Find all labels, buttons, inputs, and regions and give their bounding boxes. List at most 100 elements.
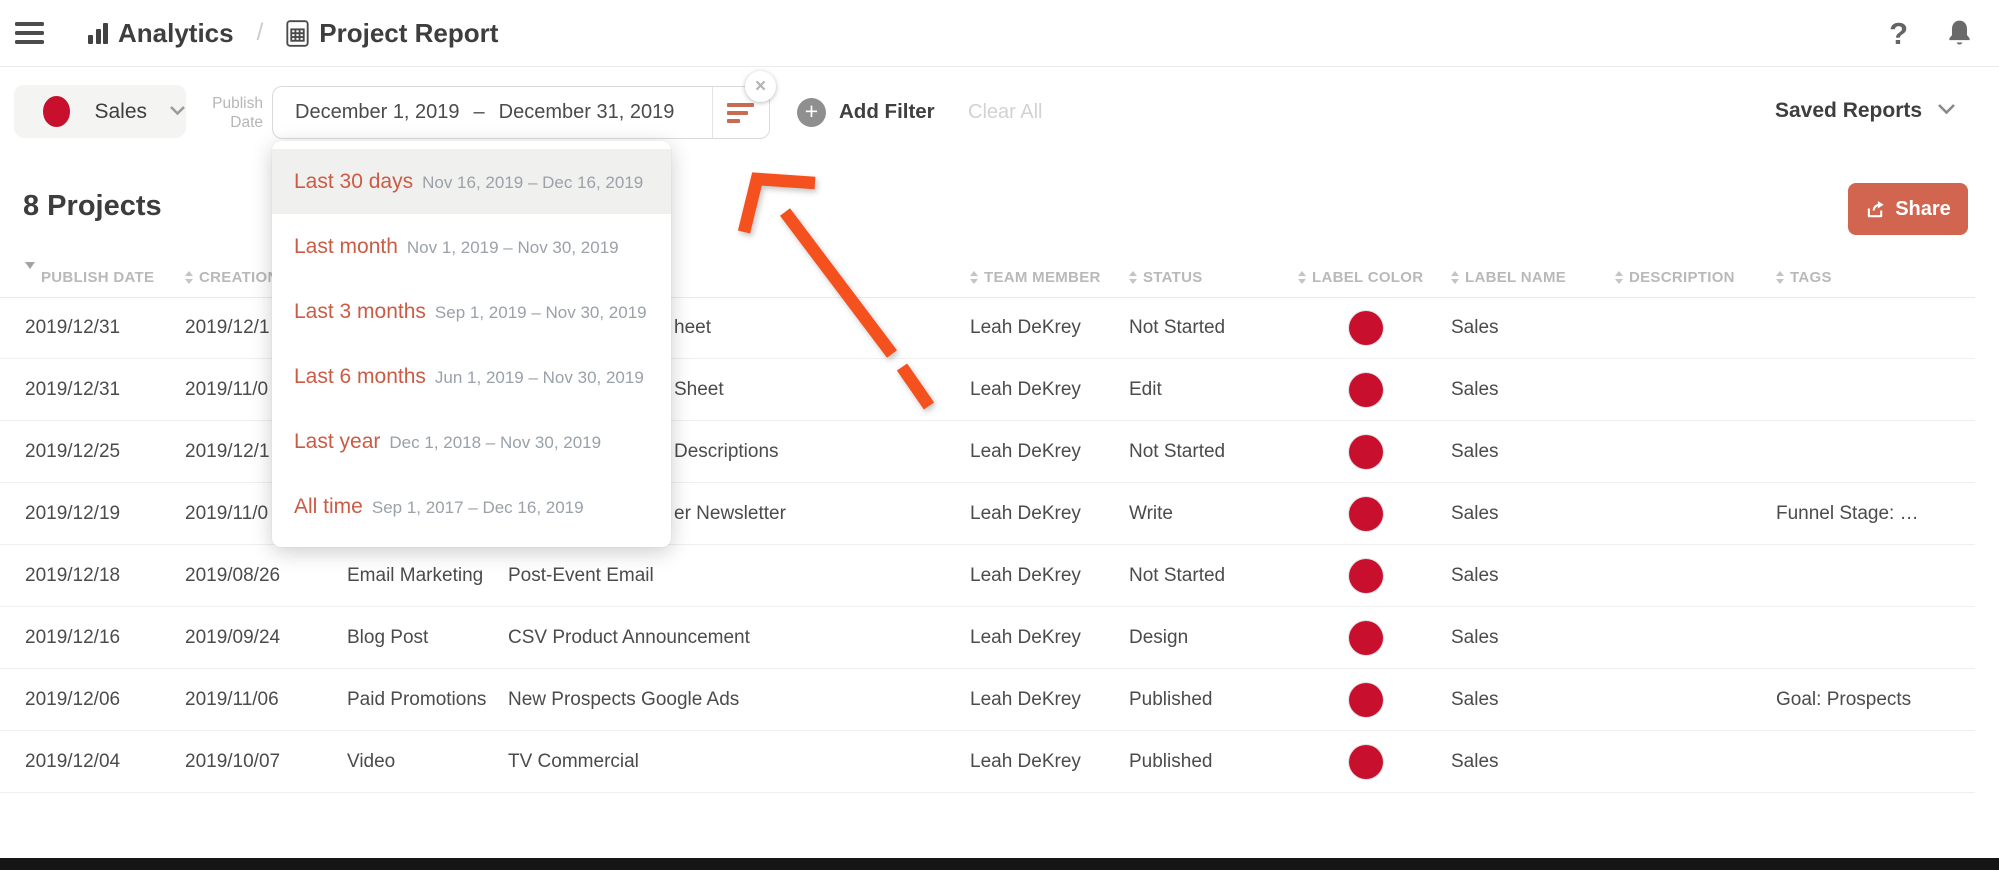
cell-pd: 2019/12/31 [25, 378, 121, 400]
cell-ln: Sales [1451, 564, 1499, 586]
cell-cd: 2019/12/1 [185, 440, 270, 462]
table-row[interactable]: 2019/12/16 2019/09/24 Blog Post CSV Product… [0, 607, 1975, 669]
cell-ln: Sales [1451, 378, 1499, 400]
cell-pd: 2019/12/25 [25, 440, 121, 462]
cell-ln: Sales [1451, 440, 1499, 462]
cell-ln: Sales [1451, 626, 1499, 648]
date-preset-item[interactable]: Last 3 months Sep 1, 2019 – Nov 30, 2019 [272, 279, 671, 344]
column-header-tm[interactable]: TEAM MEMBER [970, 257, 1101, 297]
sort-icon [1298, 270, 1306, 284]
cell-st: Not Started [1129, 316, 1226, 338]
table-row[interactable]: 2019/12/06 2019/11/06 Paid Promotions New P… [0, 669, 1975, 731]
breadcrumb-separator: / [256, 19, 264, 46]
add-filter-button[interactable]: + Add Filter [797, 97, 935, 127]
cell-tm: Leah DeKrey [970, 378, 1081, 400]
hamburger-menu-icon[interactable] [15, 22, 44, 44]
cell-st: Published [1129, 688, 1213, 710]
analytics-bars-icon [88, 22, 108, 44]
results-count-title: 8 Projects [23, 190, 162, 222]
cell-name: CSV Product Announcement [508, 626, 750, 648]
clear-all-button[interactable]: Clear All [968, 101, 1042, 124]
cell-st: Not Started [1129, 564, 1226, 586]
cell-pd: 2019/12/06 [25, 688, 121, 710]
date-preset-item[interactable]: All time Sep 1, 2017 – Dec 16, 2019 [272, 474, 671, 539]
breadcrumb-section[interactable]: Analytics [118, 18, 234, 49]
cell-tm: Leah DeKrey [970, 626, 1081, 648]
sort-icon [185, 270, 193, 284]
cell-st: Not Started [1129, 440, 1226, 462]
help-icon[interactable]: ? [1889, 18, 1908, 49]
date-preset-item[interactable]: Last 6 months Jun 1, 2019 – Nov 30, 2019 [272, 344, 671, 409]
cell-st: Write [1129, 502, 1173, 524]
cell-lc [1298, 297, 1383, 358]
cell-tags: Goal: Prospects [1776, 688, 1912, 710]
cell-lc [1298, 545, 1383, 606]
cell-st: Design [1129, 626, 1189, 648]
date-range-input[interactable]: December 1, 2019 – December 31, 2019 [272, 86, 770, 139]
cell-name: Post-Event Email [508, 564, 654, 586]
cell-pd: 2019/12/18 [25, 564, 121, 586]
cell-cd: 2019/11/0 [185, 502, 269, 524]
bell-icon[interactable] [1946, 19, 1973, 47]
label-color-dot [1349, 744, 1383, 779]
cell-tm: Leah DeKrey [970, 564, 1081, 586]
cell-pd: 2019/12/31 [25, 316, 121, 338]
cell-tm: Leah DeKrey [970, 688, 1081, 710]
cell-lc [1298, 483, 1383, 544]
cell-cd: 2019/11/06 [185, 688, 279, 710]
table-row[interactable]: 2019/12/04 2019/10/07 Video TV Commercial Le… [0, 731, 1975, 793]
cell-name: New Prospects Google Ads [508, 688, 740, 710]
column-header-tags[interactable]: TAGS [1776, 257, 1832, 297]
label-color-dot [1349, 620, 1383, 655]
label-color-dot [1349, 496, 1383, 531]
date-preset-icon[interactable] [727, 102, 754, 123]
date-preset-item[interactable]: Last month Nov 1, 2019 – Nov 30, 2019 [272, 214, 671, 279]
sort-icon [970, 270, 978, 284]
cell-tm: Leah DeKrey [970, 502, 1081, 524]
cell-lc [1298, 731, 1383, 792]
cell-cd: 2019/09/24 [185, 626, 281, 648]
column-header-st[interactable]: STATUS [1129, 257, 1203, 297]
input-divider [712, 87, 713, 138]
label-filter-value: Sales [94, 99, 147, 123]
column-header-lc[interactable]: LABEL COLOR [1298, 257, 1423, 297]
cell-tm: Leah DeKrey [970, 440, 1081, 462]
saved-reports-dropdown[interactable]: Saved Reports [1775, 99, 1956, 123]
cell-pd: 2019/12/04 [25, 750, 121, 772]
date-preset-menu: Last 30 days Nov 16, 2019 – Dec 16, 2019… [272, 141, 671, 547]
cell-ln: Sales [1451, 316, 1499, 338]
label-color-dot [43, 96, 71, 127]
bottom-bar [0, 858, 1999, 870]
table-row[interactable]: 2019/12/18 2019/08/26 Email Marketing Post-… [0, 545, 1975, 607]
report-icon [286, 19, 309, 47]
sort-icon [1129, 270, 1137, 284]
cell-ln: Sales [1451, 750, 1499, 772]
sort-desc-icon [25, 261, 35, 286]
share-icon [1865, 200, 1886, 219]
chevron-down-icon [1937, 102, 1956, 120]
cell-lc [1298, 669, 1383, 730]
cell-lc [1298, 607, 1383, 668]
cell-st: Edit [1129, 378, 1162, 400]
column-header-desc[interactable]: DESCRIPTION [1615, 257, 1735, 297]
cell-name: TV Commercial [508, 750, 639, 772]
sort-icon [1451, 270, 1459, 284]
date-preset-item[interactable]: Last 30 days Nov 16, 2019 – Dec 16, 2019 [272, 149, 671, 214]
cell-st: Published [1129, 750, 1213, 772]
label-color-dot [1349, 558, 1383, 593]
publish-date-field-label: Publish Date [212, 95, 263, 131]
cell-cd: 2019/10/07 [185, 750, 281, 772]
column-header-pd[interactable]: PUBLISH DATE [25, 257, 154, 297]
cell-tm: Leah DeKrey [970, 750, 1081, 772]
plus-icon: + [797, 97, 826, 127]
share-button[interactable]: Share [1848, 183, 1968, 235]
column-header-ln[interactable]: LABEL NAME [1451, 257, 1566, 297]
date-preset-item[interactable]: Last year Dec 1, 2018 – Nov 30, 2019 [272, 409, 671, 474]
cell-tm: Leah DeKrey [970, 316, 1081, 338]
cell-cd: 2019/12/1 [185, 316, 270, 338]
label-color-dot [1349, 372, 1383, 407]
cell-ct: Paid Promotions [347, 688, 487, 710]
close-icon[interactable]: × [745, 71, 776, 102]
cell-pd: 2019/12/19 [25, 502, 121, 524]
label-color-dot [1349, 434, 1383, 469]
